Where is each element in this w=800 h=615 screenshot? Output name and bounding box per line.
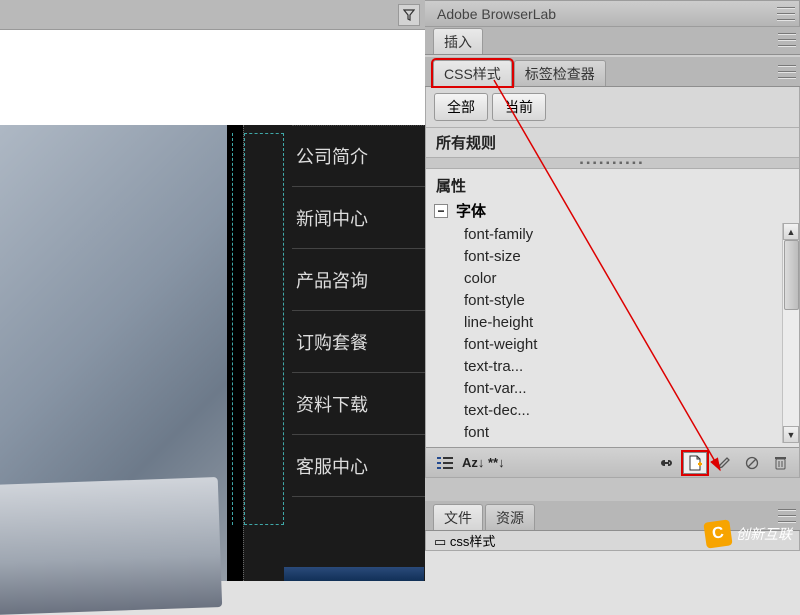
panel-menu-icon[interactable] bbox=[777, 7, 795, 21]
disable-icon[interactable] bbox=[741, 453, 763, 473]
tab-label: 资源 bbox=[496, 508, 524, 528]
group-label: 字体 bbox=[456, 200, 486, 221]
funnel-icon bbox=[403, 9, 415, 21]
tab-label: 文件 bbox=[444, 508, 472, 528]
scrollbar[interactable]: ▲ ▼ bbox=[782, 223, 799, 443]
menu-item[interactable]: 订购套餐 bbox=[292, 311, 426, 373]
browserlab-panel-header[interactable]: Adobe BrowserLab bbox=[425, 0, 800, 27]
property-row[interactable]: color bbox=[426, 267, 799, 289]
link-icon[interactable] bbox=[655, 453, 677, 473]
sort-label[interactable]: Az↓ **↓ bbox=[462, 455, 505, 470]
panel-menu-icon[interactable] bbox=[778, 33, 796, 47]
collapse-toggle-icon[interactable]: − bbox=[434, 204, 448, 218]
list-view-icon[interactable] bbox=[434, 453, 456, 473]
tab-files[interactable]: 文件 bbox=[433, 504, 483, 530]
font-group-header[interactable]: − 字体 bbox=[426, 198, 799, 223]
scroll-thumb[interactable] bbox=[784, 240, 799, 310]
property-row[interactable]: font-family bbox=[426, 223, 799, 245]
trash-icon[interactable] bbox=[769, 453, 791, 473]
new-css-rule-button[interactable] bbox=[683, 452, 707, 474]
css-filter-bar: 全部 当前 bbox=[426, 87, 799, 128]
property-row[interactable]: text-tra... bbox=[426, 355, 799, 377]
all-button[interactable]: 全部 bbox=[434, 93, 488, 121]
menu-item[interactable]: 资料下载 bbox=[292, 373, 426, 435]
collapser-dots: ▪▪▪▪▪▪▪▪▪▪ bbox=[580, 158, 645, 169]
css-toolbar: Az↓ **↓ bbox=[426, 447, 799, 477]
tab-tag-inspector[interactable]: 标签检查器 bbox=[514, 60, 606, 86]
new-document-icon bbox=[687, 455, 703, 471]
property-row[interactable]: font-var... bbox=[426, 377, 799, 399]
watermark: C 创新互联 bbox=[705, 521, 792, 547]
guide-box bbox=[244, 133, 284, 525]
property-row[interactable]: font-style bbox=[426, 289, 799, 311]
tab-resources[interactable]: 资源 bbox=[485, 504, 535, 530]
tab-insert[interactable]: 插入 bbox=[433, 28, 483, 54]
panels-column: Adobe BrowserLab 插入 CSS样式 标签检查器 全部 当前 所有… bbox=[425, 0, 800, 551]
property-row[interactable]: text-dec... bbox=[426, 399, 799, 421]
property-row[interactable]: line-height bbox=[426, 311, 799, 333]
panel-title: Adobe BrowserLab bbox=[425, 6, 568, 22]
scroll-up-icon[interactable]: ▲ bbox=[783, 223, 799, 240]
css-tab-row: CSS样式 标签检查器 bbox=[425, 57, 800, 87]
tab-label: CSS样式 bbox=[444, 64, 501, 84]
watermark-text: 创新互联 bbox=[736, 524, 792, 544]
menu-list: 公司简介 新闻中心 产品咨询 订购套餐 资料下载 客服中心 bbox=[292, 125, 426, 497]
properties-label: 属性 bbox=[426, 173, 799, 198]
property-row[interactable]: font bbox=[426, 421, 799, 443]
watermark-logo-icon: C bbox=[703, 519, 732, 548]
scroll-down-icon[interactable]: ▼ bbox=[783, 426, 799, 443]
workspace-topbar bbox=[0, 0, 425, 30]
properties-area: 属性 − 字体 font-family font-size color font… bbox=[426, 169, 799, 447]
workspace-pane: 公司简介 新闻中心 产品咨询 订购套餐 资料下载 客服中心 bbox=[0, 0, 425, 551]
all-rules-label: 所有规则 bbox=[426, 128, 799, 157]
current-button[interactable]: 当前 bbox=[492, 93, 546, 121]
document-canvas[interactable]: 公司简介 新闻中心 产品咨询 订购套餐 资料下载 客服中心 bbox=[0, 30, 425, 551]
menu-item[interactable]: 公司简介 bbox=[292, 125, 426, 187]
menu-column: 公司简介 新闻中心 产品咨询 订购套餐 资料下载 客服中心 bbox=[243, 125, 425, 581]
tab-css-styles[interactable]: CSS样式 bbox=[433, 60, 512, 86]
menu-item[interactable]: 新闻中心 bbox=[292, 187, 426, 249]
property-list: font-family font-size color font-style l… bbox=[426, 223, 799, 443]
insert-tab-row: 插入 bbox=[425, 27, 800, 55]
menu-item[interactable]: 产品咨询 bbox=[292, 249, 426, 311]
collapser[interactable]: ▪▪▪▪▪▪▪▪▪▪ bbox=[426, 157, 799, 169]
dropdown-label: css样式 bbox=[450, 534, 496, 549]
panel-menu-icon[interactable] bbox=[778, 65, 796, 79]
css-panel-body: 全部 当前 所有规则 ▪▪▪▪▪▪▪▪▪▪ 属性 − 字体 font-famil… bbox=[425, 87, 800, 478]
tab-label: 插入 bbox=[444, 32, 472, 52]
pencil-icon[interactable] bbox=[713, 453, 735, 473]
property-row[interactable]: font-size bbox=[426, 245, 799, 267]
tab-label: 标签检查器 bbox=[525, 64, 595, 84]
menu-footer bbox=[284, 567, 424, 581]
property-row[interactable]: font-weight bbox=[426, 333, 799, 355]
menu-item[interactable]: 客服中心 bbox=[292, 435, 426, 497]
canvas-background: 公司简介 新闻中心 产品咨询 订购套餐 资料下载 客服中心 bbox=[0, 125, 425, 581]
guide-line bbox=[232, 133, 233, 525]
dark-sidebar: 公司简介 新闻中心 产品咨询 订购套餐 资料下载 客服中心 bbox=[227, 125, 425, 581]
filter-button[interactable] bbox=[398, 4, 420, 26]
